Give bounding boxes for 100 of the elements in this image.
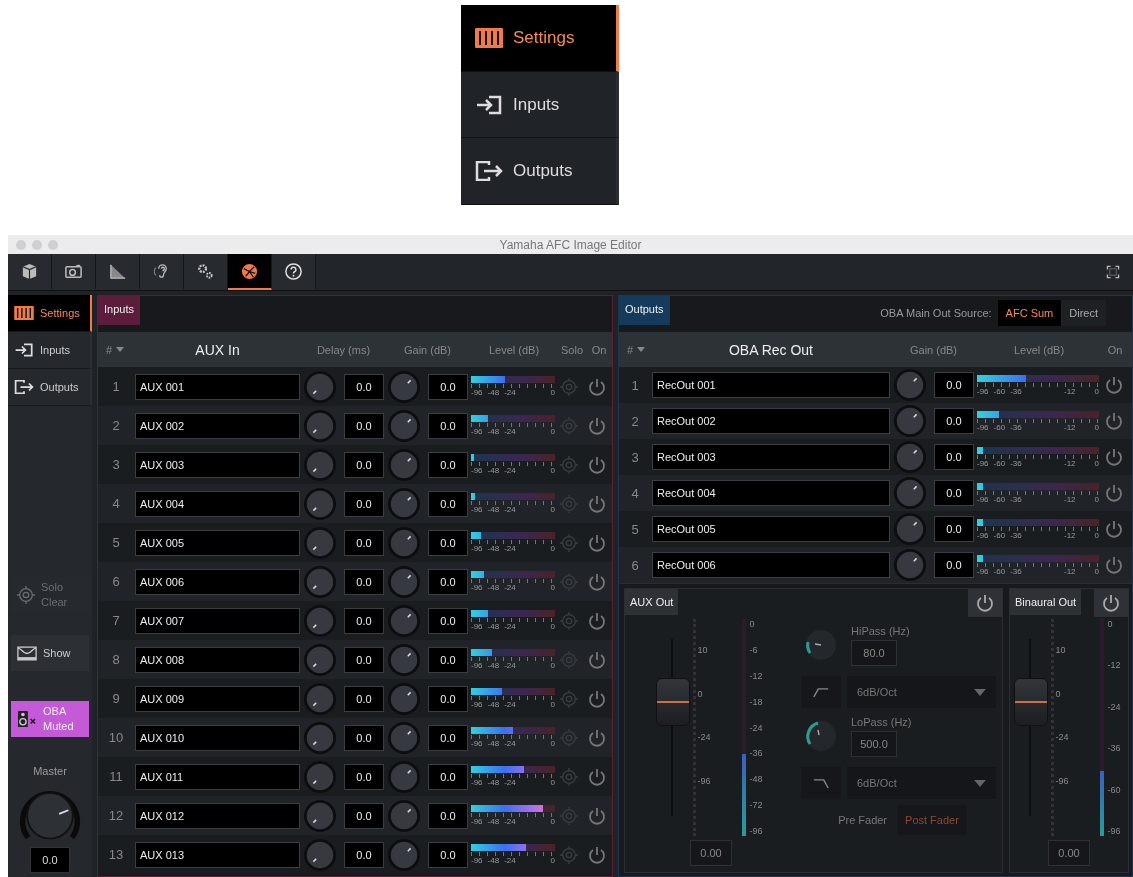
gain-value-field[interactable]: 0.0 [428,373,468,400]
delay-knob[interactable] [303,447,337,482]
delay-value-field[interactable]: 0.0 [344,490,384,517]
name-field[interactable]: AUX 003 [135,451,300,478]
delay-value-field[interactable]: 0.0 [344,685,384,712]
gain-knob[interactable] [387,447,421,482]
gain-value-field[interactable]: 0.0 [428,724,468,751]
toolbar-tab[interactable] [8,254,52,290]
gain-knob[interactable] [387,798,421,833]
power-icon[interactable] [587,376,607,397]
delay-knob[interactable] [303,408,337,443]
show-button[interactable]: Show [11,635,89,671]
gain-value-field[interactable]: 0.0 [934,552,974,578]
gain-value-field[interactable]: 0.0 [934,372,974,398]
power-icon[interactable] [1104,483,1124,503]
gain-knob[interactable] [387,720,421,755]
menu-item[interactable]: Inputs [461,71,619,139]
delay-knob[interactable] [303,525,337,560]
power-icon[interactable] [1104,447,1124,467]
power-icon[interactable] [587,649,607,670]
output-value-field[interactable]: 0.00 [1048,840,1090,866]
panel-tab[interactable]: Inputs [98,296,140,325]
name-field[interactable]: RecOut 006 [652,552,890,578]
gain-value-field[interactable]: 0.0 [428,607,468,634]
source-option[interactable]: AFC Sum [997,300,1062,326]
delay-value-field[interactable]: 0.0 [344,646,384,673]
column-header[interactable]: # [100,343,132,356]
gain-knob[interactable] [893,368,927,402]
gain-value-field[interactable]: 0.0 [934,444,974,470]
gain-knob[interactable] [387,369,421,404]
sidebar-item[interactable]: Inputs [8,332,92,369]
power-icon[interactable] [587,571,607,592]
delay-value-field[interactable]: 0.0 [344,568,384,595]
name-field[interactable]: AUX 001 [135,373,300,400]
power-icon[interactable] [587,805,607,826]
delay-value-field[interactable]: 0.0 [344,802,384,829]
solo-target-icon[interactable] [560,689,578,708]
delay-value-field[interactable]: 0.0 [344,607,384,634]
name-field[interactable]: RecOut 004 [652,480,890,506]
gain-knob[interactable] [893,476,927,510]
power-icon[interactable] [587,844,607,865]
gain-knob[interactable] [387,525,421,560]
toolbar-tab[interactable] [52,254,96,290]
solo-target-icon[interactable] [560,455,578,474]
name-field[interactable]: AUX 010 [135,724,300,751]
gain-value-field[interactable]: 0.0 [428,412,468,439]
master-value-field[interactable]: 0.0 [30,847,70,873]
fader[interactable] [654,639,689,816]
power-icon[interactable] [587,454,607,475]
gain-knob[interactable] [893,404,927,438]
gain-knob[interactable] [387,681,421,716]
gain-value-field[interactable]: 0.0 [428,802,468,829]
name-field[interactable]: AUX 008 [135,646,300,673]
delay-value-field[interactable]: 0.0 [344,529,384,556]
delay-knob[interactable] [303,642,337,677]
panel-tab[interactable]: Outputs [619,296,670,325]
power-icon[interactable] [1104,555,1124,575]
gain-value-field[interactable]: 0.0 [428,685,468,712]
gain-knob[interactable] [387,603,421,638]
name-field[interactable]: RecOut 001 [652,372,890,398]
gain-knob[interactable] [893,440,927,474]
name-field[interactable]: RecOut 005 [652,516,890,542]
solo-target-icon[interactable] [560,494,578,513]
power-icon[interactable] [587,532,607,553]
power-icon[interactable] [587,727,607,748]
gain-knob[interactable] [893,548,927,582]
solo-target-icon[interactable] [560,650,578,669]
gain-knob[interactable] [387,486,421,521]
filter-type-button[interactable] [801,676,841,708]
gain-knob[interactable] [893,512,927,546]
gain-knob[interactable] [387,408,421,443]
name-field[interactable]: AUX 005 [135,529,300,556]
gain-value-field[interactable]: 0.0 [428,763,468,790]
slope-dropdown[interactable]: 6dB/Oct [847,676,996,708]
gain-value-field[interactable]: 0.0 [428,490,468,517]
gain-value-field[interactable]: 0.0 [428,841,468,868]
filter-type-button[interactable] [801,767,841,799]
solo-target-icon[interactable] [560,767,578,786]
power-icon[interactable] [587,766,607,787]
delay-knob[interactable] [303,798,337,833]
sidebar-item[interactable]: Settings [8,295,92,332]
delay-knob[interactable] [303,486,337,521]
delay-knob[interactable] [303,564,337,599]
solo-target-icon[interactable] [560,416,578,435]
frequency-field[interactable]: 500.0 [851,731,897,757]
toolbar-tab[interactable] [272,254,316,290]
solo-target-icon[interactable] [560,611,578,630]
gain-knob[interactable] [387,837,421,872]
name-field[interactable]: AUX 013 [135,841,300,868]
gain-value-field[interactable]: 0.0 [428,646,468,673]
delay-knob[interactable] [303,720,337,755]
name-field[interactable]: AUX 011 [135,763,300,790]
output-value-field[interactable]: 0.00 [690,840,732,866]
gain-knob[interactable] [387,564,421,599]
delay-knob[interactable] [303,837,337,872]
solo-target-icon[interactable] [560,572,578,591]
slope-dropdown[interactable]: 6dB/Oct [847,767,996,799]
source-option[interactable]: Direct [1061,300,1106,326]
column-header[interactable]: # [621,343,649,356]
solo-target-icon[interactable] [560,533,578,552]
